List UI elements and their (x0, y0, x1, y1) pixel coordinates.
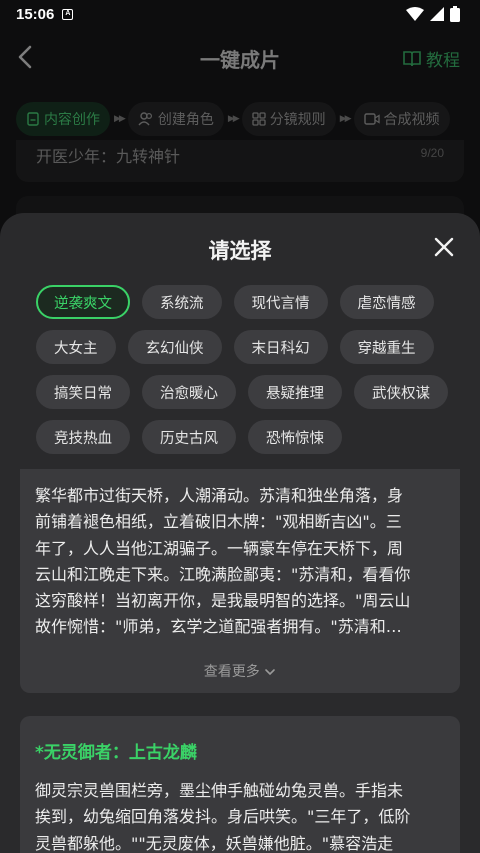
story-line: 繁华都市过街天桥，人潮涌动。苏清和独坐角落，身 (35, 486, 404, 505)
wifi-icon (406, 7, 424, 21)
genre-select-sheet: 请选择 逆袭爽文 系统流 现代言情 虐恋情感 大女主 玄幻仙侠 末日科幻 穿越重… (0, 213, 480, 853)
grid-icon (252, 112, 266, 126)
story-line: 年了，人人当他江湖骗子。一辆豪车停在天桥下，周 (35, 538, 404, 558)
step-arrow-icon: ▶▶ (339, 114, 352, 124)
genre-chip[interactable]: 大女主 (36, 330, 116, 364)
workflow-steps: 内容创作 ▶▶ 创建角色 ▶▶ 分镜规则 ▶▶ 合成视频 (16, 101, 480, 137)
genre-row: 逆袭爽文 系统流 现代言情 虐恋情感 (36, 285, 456, 321)
step-create-character[interactable]: 创建角色 (127, 102, 224, 136)
step-arrow-icon: ▶▶ (227, 114, 240, 124)
genre-chip[interactable]: 武侠权谋 (354, 375, 448, 409)
character-count: 9/20 (420, 146, 444, 160)
genre-chip-list: 逆袭爽文 系统流 现代言情 虐恋情感 大女主 玄幻仙侠 末日科幻 穿越重生 搞笑… (36, 285, 456, 465)
genre-chip[interactable]: 历史古风 (142, 420, 236, 454)
step-label: 内容创作 (44, 112, 100, 128)
background-card-text: 开医少年：九转神针 (36, 147, 181, 166)
step-compose-video[interactable]: 合成视频 (353, 102, 450, 136)
status-time: 15:06 (16, 5, 55, 23)
signal-icon (430, 7, 444, 21)
story-line: 这穷酸样！当初离开你，是我最明智的选择。"周云山 (35, 591, 411, 611)
genre-chip[interactable]: 搞笑日常 (36, 375, 130, 409)
story-line: 挨到，幼兔缩回角落发抖。身后哄笑。"三年了，低阶 (35, 807, 411, 827)
genre-row: 竞技热血 历史古风 恐怖惊悚 (36, 420, 456, 456)
step-storyboard-rules[interactable]: 分镜规则 (241, 102, 336, 136)
video-icon (363, 113, 380, 125)
genre-chip[interactable]: 竞技热血 (36, 420, 130, 454)
genre-chip[interactable]: 悬疑推理 (248, 375, 342, 409)
story-line: 御灵宗灵兽围栏旁，墨尘伸手触碰幼兔灵兽。手指未 (35, 781, 404, 800)
step-label: 创建角色 (157, 112, 214, 128)
battery-icon (450, 6, 460, 22)
genre-chip[interactable]: 末日科幻 (233, 330, 328, 364)
background-story-card: 开医少年：九转神针 9/20 (16, 140, 464, 182)
notification-icon: A (62, 8, 74, 20)
story-title: *无灵御者：上古龙麟 (35, 743, 197, 763)
book-icon (403, 50, 421, 66)
chevron-down-icon (265, 669, 276, 676)
story-line: 故作惋惜："师弟，玄学之道配强者拥有。"苏清和… (35, 617, 402, 637)
tutorial-label: 教程 (426, 51, 460, 71)
genre-chip[interactable]: 穿越重生 (339, 330, 434, 364)
close-icon[interactable] (432, 235, 456, 259)
story-excerpt: 御灵宗灵兽围栏旁，墨尘伸手触碰幼兔灵兽。手指未 挨到，幼兔缩回角落发抖。身后哄笑… (35, 778, 447, 853)
genre-chip[interactable]: 恐怖惊悚 (248, 420, 342, 454)
genre-chip[interactable]: 系统流 (142, 285, 222, 319)
genre-chip[interactable]: 治愈暖心 (142, 375, 236, 409)
tutorial-button[interactable]: 教程 (402, 46, 460, 71)
step-arrow-icon: ▶▶ (114, 114, 126, 124)
people-icon (138, 112, 152, 126)
status-bar: 15:06 A (0, 0, 480, 28)
step-label: 合成视频 (383, 112, 440, 128)
document-icon (27, 112, 39, 126)
sheet-title: 请选择 (208, 239, 272, 263)
genre-chip[interactable]: 逆袭爽文 (36, 285, 130, 319)
story-card[interactable]: 繁华都市过街天桥，人潮涌动。苏清和独坐角落，身 前铺着褪色相纸，立着破旧木牌："… (20, 469, 460, 693)
see-more-label: 查看更多 (203, 664, 260, 680)
see-more-button[interactable]: 查看更多 (20, 661, 460, 681)
step-label: 分镜规则 (269, 112, 326, 128)
story-line: 云山和江晚走下来。江晚满脸鄙夷："苏清和，看看你 (35, 564, 411, 584)
story-line: 灵兽都躲他。""无灵废体，妖兽嫌他脏。"慕容浩走 (35, 833, 394, 853)
genre-row: 大女主 玄幻仙侠 末日科幻 穿越重生 (36, 330, 456, 366)
genre-chip[interactable]: 虐恋情感 (339, 285, 434, 319)
step-content-creation[interactable]: 内容创作 (16, 102, 110, 136)
app-header: 一键成片 教程 (0, 36, 480, 78)
genre-chip[interactable]: 玄幻仙侠 (127, 330, 222, 364)
genre-row: 搞笑日常 治愈暖心 悬疑推理 武侠权谋 (36, 375, 456, 411)
story-line: 前铺着褪色相纸，立着破旧木牌："观相断吉凶"。三 (35, 512, 402, 532)
genre-chip[interactable]: 现代言情 (233, 285, 328, 319)
story-excerpt: 繁华都市过街天桥，人潮涌动。苏清和独坐角落，身 前铺着褪色相纸，立着破旧木牌："… (35, 483, 447, 641)
story-card[interactable]: *无灵御者：上古龙麟 御灵宗灵兽围栏旁，墨尘伸手触碰幼兔灵兽。手指未 挨到，幼兔… (20, 716, 460, 853)
